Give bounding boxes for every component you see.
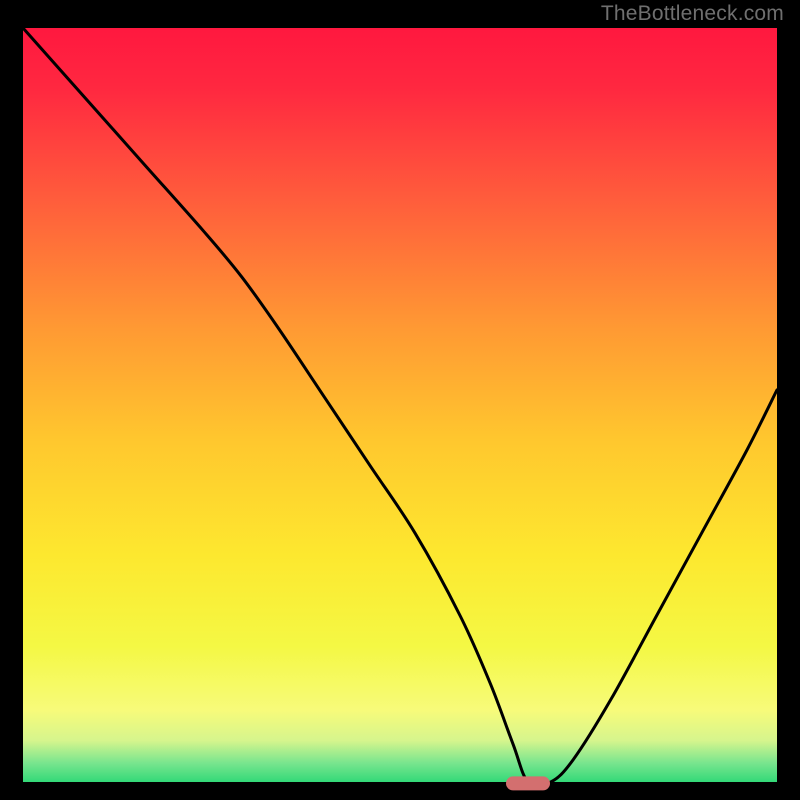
chart-frame: TheBottleneck.com: [0, 0, 800, 800]
chart-svg: [23, 28, 777, 782]
plot-area: [23, 28, 777, 782]
gradient-backdrop: [23, 28, 777, 782]
watermark-text: TheBottleneck.com: [601, 2, 784, 26]
